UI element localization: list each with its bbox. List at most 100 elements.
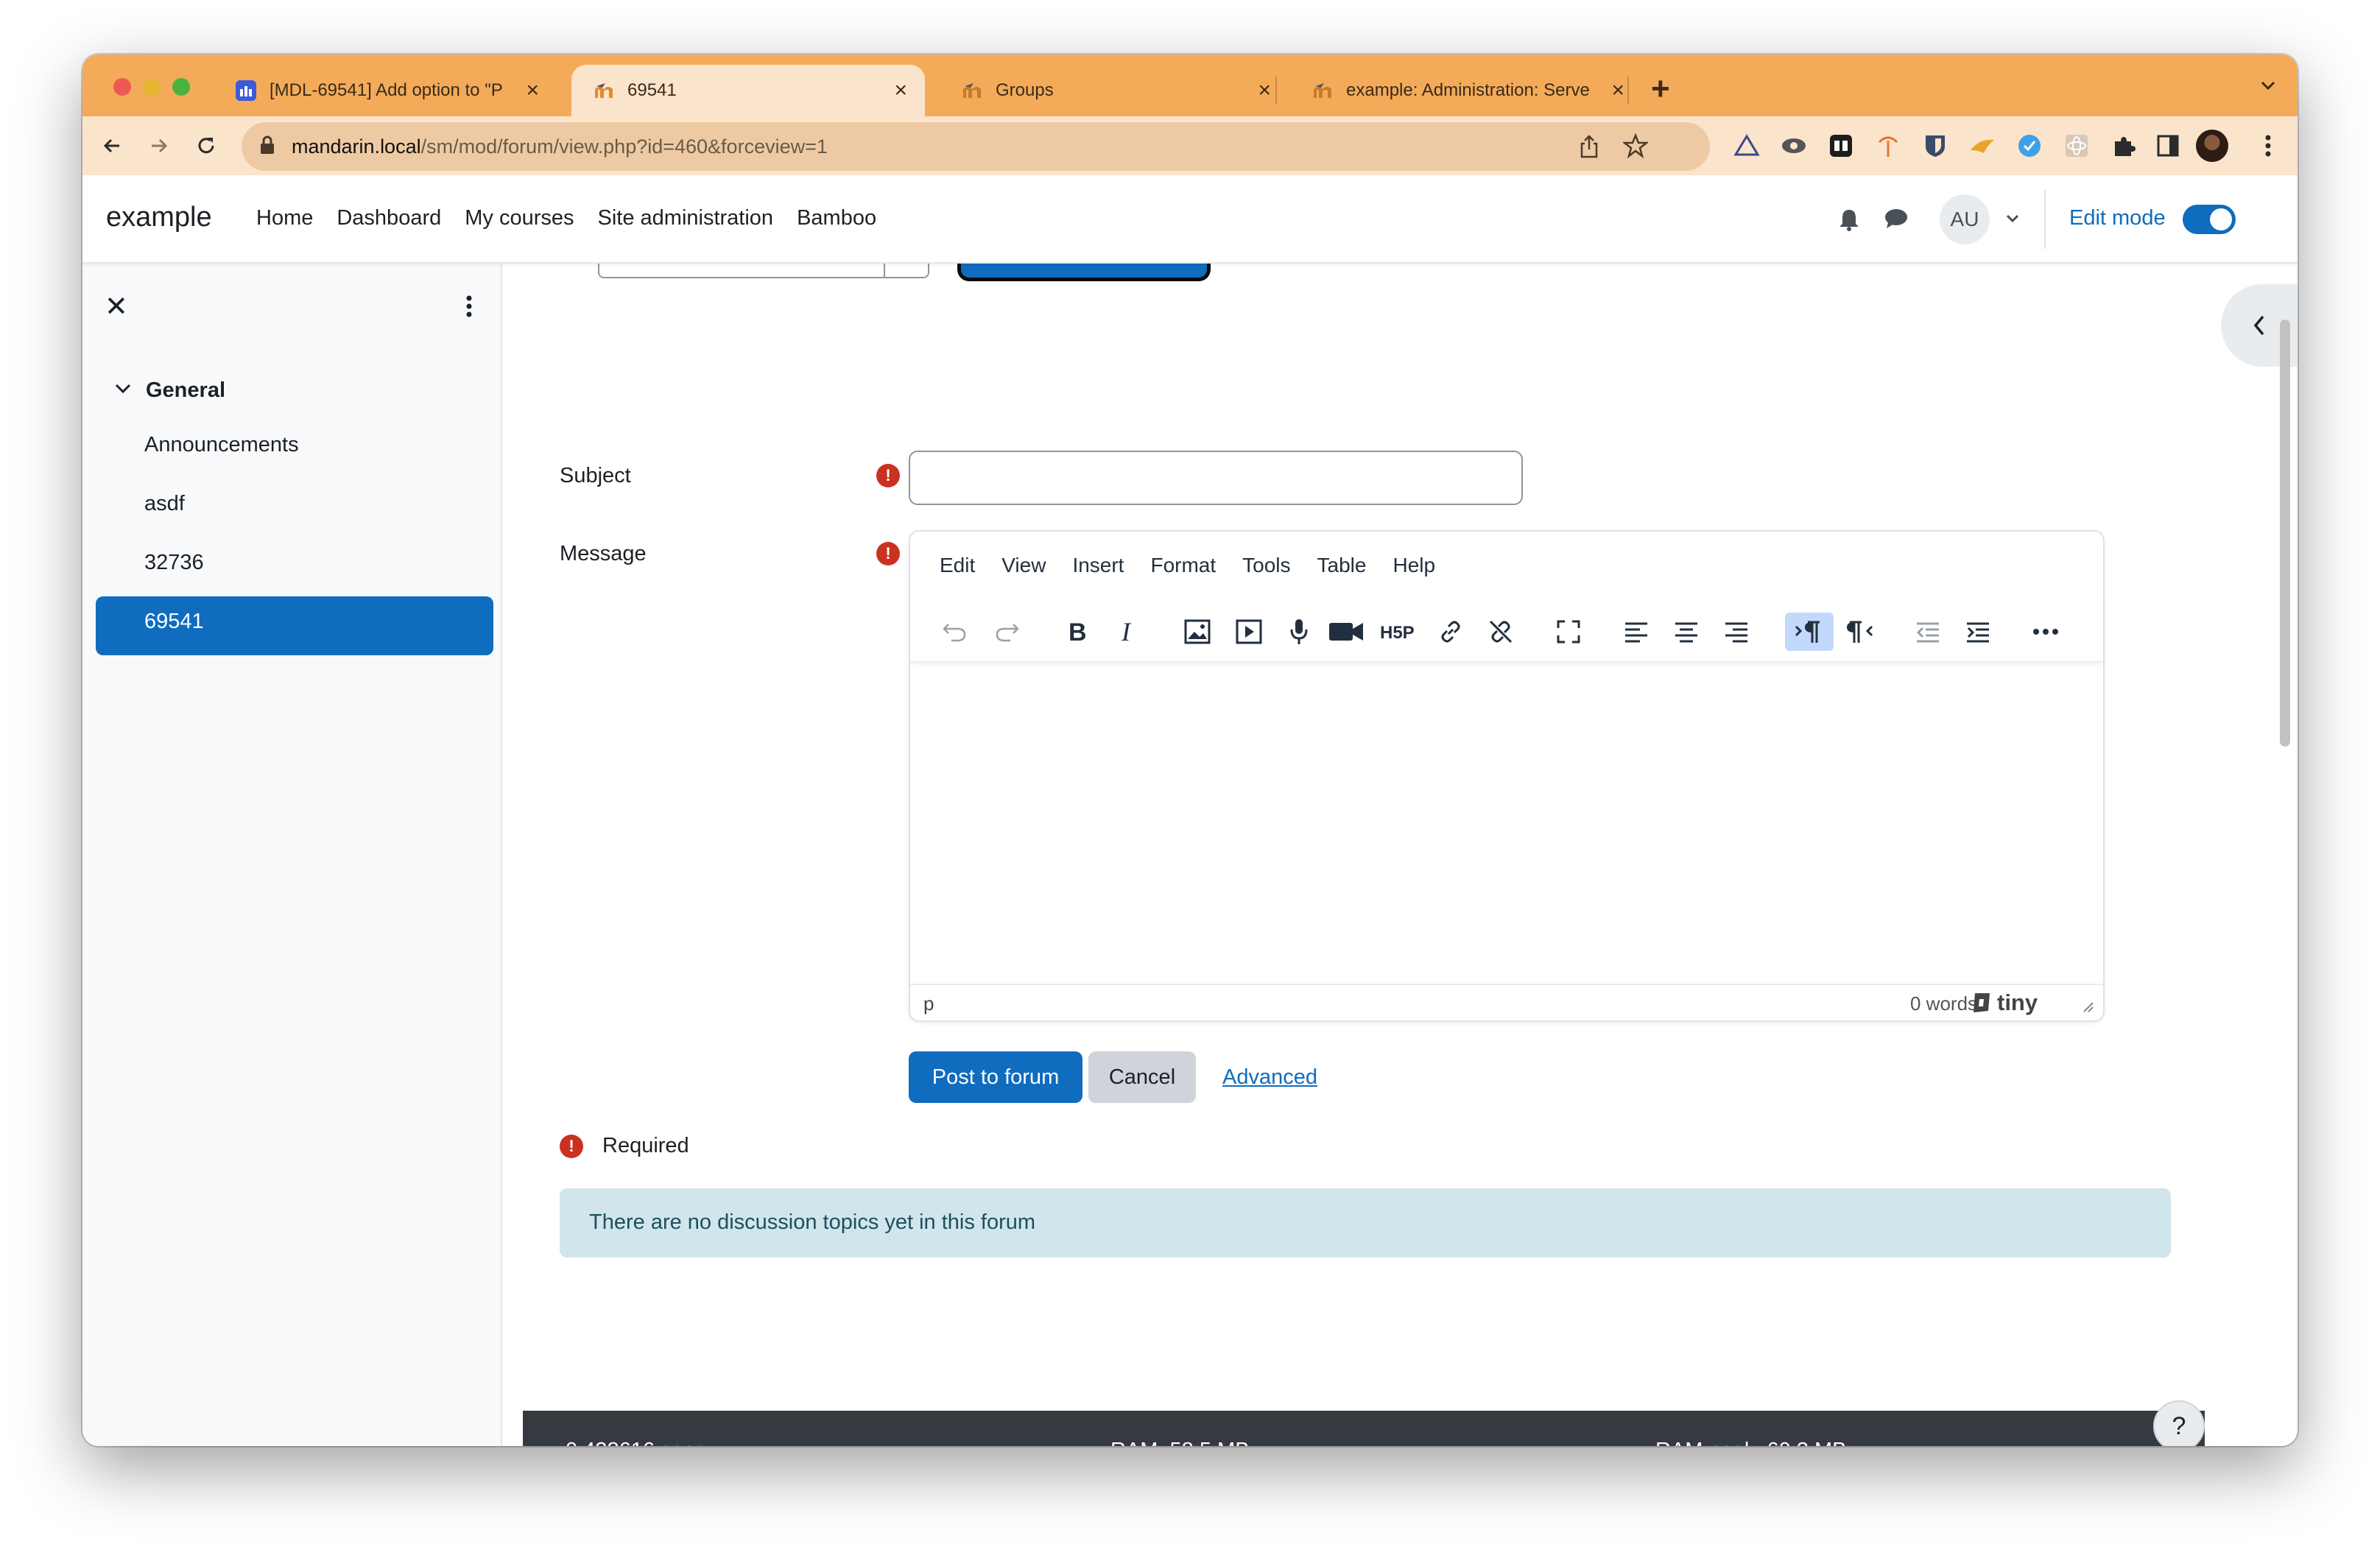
footer-time: 0.438616 secs bbox=[566, 1439, 705, 1446]
nav-home[interactable]: Home bbox=[256, 206, 313, 230]
drive-extension-icon[interactable] bbox=[1732, 131, 1761, 161]
back-arrow-icon[interactable] bbox=[99, 133, 125, 159]
cancel-button[interactable]: Cancel bbox=[1088, 1051, 1196, 1103]
editor-menu-table[interactable]: Table bbox=[1317, 554, 1367, 577]
subject-input[interactable] bbox=[909, 451, 1523, 505]
align-left-icon[interactable] bbox=[1617, 613, 1655, 651]
eye-extension-icon[interactable] bbox=[1779, 131, 1809, 161]
bitwarden-extension-icon[interactable] bbox=[1920, 131, 1950, 161]
group-select[interactable] bbox=[598, 264, 929, 278]
bold-icon[interactable]: B bbox=[1057, 613, 1096, 651]
section-title: General bbox=[146, 378, 225, 402]
editor-menu-tools[interactable]: Tools bbox=[1242, 554, 1290, 577]
side-panel-icon[interactable] bbox=[2153, 131, 2183, 161]
reload-icon[interactable] bbox=[193, 133, 219, 159]
forward-arrow-icon[interactable] bbox=[146, 133, 172, 159]
advanced-link[interactable]: Advanced bbox=[1222, 1065, 1317, 1090]
zoom-window-button[interactable] bbox=[172, 78, 190, 96]
record-audio-microphone-icon[interactable] bbox=[1280, 613, 1318, 651]
undo-icon[interactable] bbox=[935, 613, 974, 651]
right-to-left-icon[interactable] bbox=[1841, 613, 1879, 651]
fullscreen-icon[interactable] bbox=[1549, 613, 1588, 651]
check-extension-icon[interactable] bbox=[2015, 131, 2044, 161]
bird-extension-icon[interactable] bbox=[1968, 131, 1997, 161]
link-icon[interactable] bbox=[1432, 613, 1470, 651]
chevron-down-icon[interactable] bbox=[113, 381, 133, 400]
nav-dashboard[interactable]: Dashboard bbox=[337, 206, 441, 230]
course-index-item-69541[interactable]: 69541 bbox=[96, 596, 493, 655]
tab-mdl-69541[interactable]: [MDL-69541] Add option to "P × bbox=[214, 65, 557, 116]
post-to-forum-button[interactable]: Post to forum bbox=[909, 1051, 1082, 1103]
course-index-drawer: ✕ General Announcements asdf 32736 69541 bbox=[82, 264, 502, 1446]
no-discussions-notice: There are no discussion topics yet in th… bbox=[560, 1188, 2171, 1258]
browser-window: [MDL-69541] Add option to "P × 69541 × G… bbox=[82, 54, 2298, 1446]
course-index-item-asdf[interactable]: asdf bbox=[144, 492, 185, 516]
messages-chat-icon[interactable] bbox=[1884, 208, 1909, 233]
minimize-window-button[interactable] bbox=[143, 78, 161, 96]
indent-icon[interactable] bbox=[1959, 613, 1997, 651]
message-editor[interactable]: Edit View Insert Format Tools Table Help… bbox=[909, 530, 2105, 1022]
align-right-icon[interactable] bbox=[1717, 613, 1756, 651]
tab-administration[interactable]: example: Administration: Serve × bbox=[1290, 65, 1642, 116]
add-discussion-button[interactable] bbox=[957, 264, 1211, 281]
word-count[interactable]: 0 words bbox=[1910, 992, 1977, 1015]
align-center-icon[interactable] bbox=[1667, 613, 1705, 651]
editor-menu-format[interactable]: Format bbox=[1150, 554, 1216, 577]
jira-favicon-icon bbox=[234, 79, 258, 102]
page-scrollbar[interactable] bbox=[2280, 320, 2290, 747]
message-label: Message bbox=[560, 542, 647, 565]
antenna-extension-icon[interactable] bbox=[1873, 131, 1903, 161]
course-index-item-32736[interactable]: 32736 bbox=[144, 551, 204, 575]
resize-grip-icon[interactable] bbox=[2081, 1000, 2094, 1017]
tab-69541[interactable]: 69541 × bbox=[571, 65, 925, 116]
browser-menu-kebab-icon[interactable] bbox=[2253, 131, 2283, 161]
tab-close-icon[interactable]: × bbox=[1258, 78, 1271, 103]
new-tab-plus-icon[interactable]: + bbox=[1651, 71, 1670, 107]
tiny-logo[interactable]: tiny bbox=[1969, 990, 2038, 1016]
close-window-button[interactable] bbox=[113, 78, 131, 96]
required-icon: ! bbox=[876, 464, 900, 487]
share-icon[interactable] bbox=[1577, 133, 1601, 163]
unlink-icon[interactable] bbox=[1482, 613, 1520, 651]
image-icon[interactable] bbox=[1178, 613, 1217, 651]
bookmark-star-icon[interactable] bbox=[1622, 133, 1650, 162]
close-drawer-icon[interactable]: ✕ bbox=[105, 290, 128, 323]
profile-avatar[interactable] bbox=[2196, 130, 2228, 162]
redo-icon[interactable] bbox=[988, 613, 1027, 651]
nav-bamboo[interactable]: Bamboo bbox=[797, 206, 876, 230]
editor-menu-help[interactable]: Help bbox=[1393, 554, 1435, 577]
h5p-icon[interactable]: H5P bbox=[1377, 613, 1421, 651]
outdent-icon[interactable] bbox=[1909, 613, 1947, 651]
editor-menu-insert[interactable]: Insert bbox=[1072, 554, 1124, 577]
tab-groups[interactable]: Groups × bbox=[940, 65, 1289, 116]
course-index-options-kebab-icon[interactable] bbox=[465, 295, 473, 322]
media-icon[interactable] bbox=[1230, 613, 1268, 651]
tab-close-icon[interactable]: × bbox=[1611, 78, 1624, 103]
edit-mode-toggle[interactable] bbox=[2183, 205, 2236, 234]
notification-bell-icon[interactable] bbox=[1838, 208, 1860, 235]
course-index-item-announcements[interactable]: Announcements bbox=[144, 433, 299, 457]
element-path[interactable]: p bbox=[923, 992, 934, 1015]
puzzle-extensions-icon[interactable] bbox=[2109, 131, 2138, 161]
editor-menu-edit[interactable]: Edit bbox=[940, 554, 975, 577]
more-tools-ellipsis-icon[interactable] bbox=[2027, 613, 2065, 651]
nav-my-courses[interactable]: My courses bbox=[465, 206, 574, 230]
help-question-button[interactable]: ? bbox=[2153, 1400, 2205, 1446]
tab-close-icon[interactable]: × bbox=[526, 78, 539, 103]
address-bar[interactable]: mandarin.local/sm/mod/forum/view.php?id=… bbox=[242, 122, 1710, 171]
italic-icon[interactable]: I bbox=[1109, 613, 1147, 651]
site-brand[interactable]: example bbox=[106, 202, 212, 233]
user-menu-chevron-down-icon[interactable] bbox=[2004, 212, 2021, 229]
editor-menu-view[interactable]: View bbox=[1001, 554, 1046, 577]
required-icon: ! bbox=[560, 1134, 583, 1158]
user-avatar[interactable]: AU bbox=[1940, 194, 1990, 244]
left-to-right-icon[interactable] bbox=[1785, 613, 1834, 651]
lock-icon[interactable] bbox=[259, 135, 275, 158]
tab-search-chevron-icon[interactable] bbox=[2258, 75, 2278, 99]
react-devtools-extension-icon[interactable] bbox=[2062, 131, 2091, 161]
tab-close-icon[interactable]: × bbox=[894, 78, 907, 103]
nav-site-administration[interactable]: Site administration bbox=[598, 206, 774, 230]
section-general[interactable]: General bbox=[113, 378, 225, 403]
record-video-camera-icon[interactable] bbox=[1327, 613, 1365, 651]
panel-extension-icon[interactable] bbox=[1826, 131, 1856, 161]
